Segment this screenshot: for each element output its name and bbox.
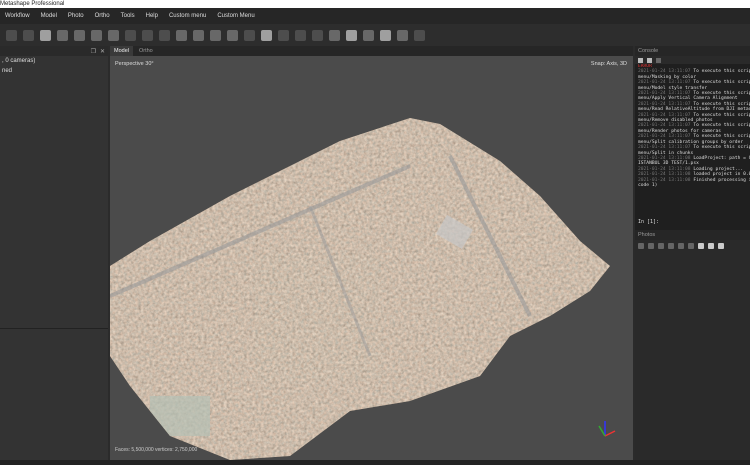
photo-tool-icon[interactable] — [638, 243, 644, 249]
stack-icon[interactable] — [414, 29, 425, 41]
reset-view-icon[interactable] — [210, 29, 221, 41]
menu-help[interactable]: Help — [146, 13, 158, 19]
city-model — [110, 118, 610, 460]
tab-model[interactable]: Model — [110, 46, 133, 56]
orthomosaic-icon[interactable] — [312, 29, 323, 41]
tab-ortho[interactable]: Ortho — [135, 46, 157, 56]
rotate-object-icon[interactable] — [91, 29, 102, 41]
console-panel: Console ERROR 2021-01-24 13:11:07 To exec… — [635, 46, 750, 460]
dense-cloud-icon[interactable] — [244, 29, 255, 41]
toolbar — [0, 24, 750, 46]
delete-icon[interactable] — [142, 29, 153, 41]
view-tabs: Model Ortho — [110, 46, 633, 56]
zoom-out-icon[interactable] — [193, 29, 204, 41]
camera-icon[interactable] — [346, 29, 357, 41]
panel-header: ❐ ✕ — [0, 46, 108, 56]
menu-workflow[interactable]: Workflow — [5, 13, 30, 19]
menu-photo[interactable]: Photo — [68, 13, 84, 19]
save-icon[interactable] — [638, 57, 643, 63]
code-icon[interactable] — [656, 57, 661, 63]
model-stats: Faces: 5,500,000 vertices: 2,750,000 — [115, 447, 198, 453]
point-cloud-icon[interactable] — [227, 29, 238, 41]
projection-label: Perspective 30° — [115, 61, 154, 67]
model-textured-icon[interactable] — [261, 29, 272, 41]
photo-tool-icon[interactable] — [678, 243, 684, 249]
photo-tool-icon[interactable] — [648, 243, 654, 249]
axis-gizmo-icon — [598, 421, 616, 437]
divider — [0, 328, 108, 329]
menu-bar: Workflow Model Photo Ortho Tools Help Cu… — [0, 8, 750, 24]
photo-tool-icon[interactable] — [698, 243, 704, 249]
console-input[interactable]: In [1]: — [635, 216, 750, 230]
zoom-in-icon[interactable] — [176, 29, 187, 41]
console-line: code 1) — [638, 182, 658, 188]
menu-model[interactable]: Model — [41, 13, 57, 19]
trash-icon[interactable] — [647, 57, 652, 63]
photos-title: Photos — [635, 230, 750, 240]
photos-toolbar — [635, 240, 750, 252]
menu-custom-menu-2[interactable]: Custom Menu — [217, 13, 254, 19]
draw-icon[interactable] — [125, 29, 136, 41]
tiled-model-icon[interactable] — [278, 29, 289, 41]
redo-icon[interactable] — [23, 29, 34, 41]
float-icon[interactable]: ❐ — [91, 48, 96, 55]
menu-custom-menu[interactable]: Custom menu — [169, 13, 206, 19]
navigation-cursor-icon[interactable] — [40, 29, 51, 41]
chunk-item[interactable]: , 0 cameras) — [0, 56, 108, 66]
console-output: ERROR 2021-01-24 13:11:07 To execute this… — [635, 64, 750, 216]
show-cameras-icon[interactable] — [329, 29, 340, 41]
photo-tool-icon[interactable] — [658, 243, 664, 249]
rectangle-selection-icon[interactable] — [57, 29, 68, 41]
dem-icon[interactable] — [295, 29, 306, 41]
photo-tool-icon[interactable] — [688, 243, 694, 249]
undo-icon[interactable] — [6, 29, 17, 41]
menu-ortho[interactable]: Ortho — [95, 13, 110, 19]
shapes-icon[interactable] — [363, 29, 374, 41]
resize-region-icon[interactable] — [74, 29, 85, 41]
photo-tool-icon[interactable] — [708, 243, 714, 249]
console-toolbar — [635, 56, 750, 64]
image-icon[interactable] — [397, 29, 408, 41]
snap-label: Snap: Axis, 3D — [590, 61, 627, 67]
markers-flag-icon[interactable] — [380, 29, 391, 41]
photo-tool-icon[interactable] — [668, 243, 674, 249]
window-title: Metashape Professional — [0, 0, 750, 8]
workspace-panel: ❐ ✕ , 0 cameras) ned — [0, 46, 108, 460]
menu-tools[interactable]: Tools — [121, 13, 135, 19]
console-title: Console — [635, 46, 750, 56]
close-icon[interactable]: ✕ — [100, 48, 105, 55]
status-bar — [0, 460, 750, 465]
crop-icon[interactable] — [159, 29, 170, 41]
view-mode-icon[interactable] — [718, 243, 724, 249]
model-viewport[interactable]: Perspective 30° Snap: Axis, 3D Faces: 5,… — [110, 56, 633, 460]
ruler-icon[interactable] — [108, 29, 119, 41]
model-item[interactable]: ned — [0, 66, 108, 76]
